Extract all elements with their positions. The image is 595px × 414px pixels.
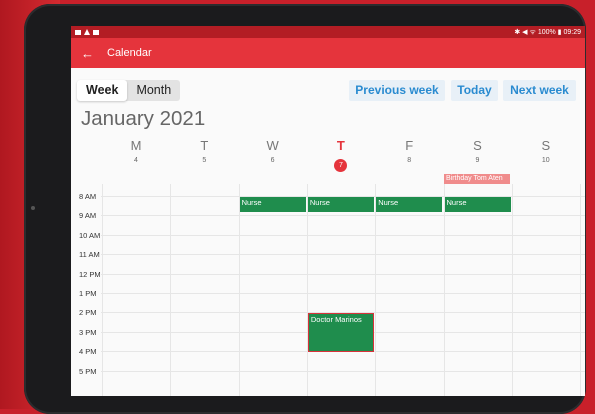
warning-notification-icon xyxy=(84,29,90,35)
day-divider xyxy=(443,184,445,396)
day-letter: M xyxy=(130,138,142,153)
calendar-event[interactable]: Nurse xyxy=(444,197,511,212)
day-letter: S xyxy=(541,138,551,153)
week-grid: 8 AM 9 AM 10 AM 11 AM 12 PM 1 PM 2 PM 3 PM 4 PM 5… xyxy=(71,184,585,396)
day-divider xyxy=(238,184,240,396)
allday-event[interactable]: Birthday Tom Aten xyxy=(444,174,510,184)
day-number: 5 xyxy=(202,157,207,164)
app-title: Calendar xyxy=(107,47,152,59)
day-letter: T xyxy=(200,138,209,153)
screen: ✱ ◀ ᯤ 100% ▮ 09:29 ← Calendar Week Month… xyxy=(71,26,585,396)
day-column-header[interactable]: S9 xyxy=(444,138,512,166)
day-column-header[interactable]: M4 xyxy=(102,138,170,166)
day-number: 6 xyxy=(270,157,275,164)
next-week-button[interactable]: Next week xyxy=(503,80,576,101)
day-divider xyxy=(375,184,377,396)
day-column-header[interactable]: W6 xyxy=(239,138,307,166)
hour-label: 12 PM xyxy=(79,269,101,279)
previous-week-button[interactable]: Previous week xyxy=(349,80,445,101)
hour-label: 5 PM xyxy=(79,366,97,376)
app-bar: ← Calendar xyxy=(71,38,585,68)
day-number: 9 xyxy=(475,157,480,164)
day-column-header[interactable]: S 10 xyxy=(512,138,580,166)
status-icons-left xyxy=(75,29,99,35)
today-button[interactable]: Today xyxy=(451,80,498,101)
hour-label: 11 AM xyxy=(79,250,100,260)
view-switch: Week Month xyxy=(77,80,181,101)
back-arrow-icon[interactable]: ← xyxy=(81,47,99,60)
image-notification-icon xyxy=(75,29,81,35)
hour-label: 2 PM xyxy=(79,308,97,318)
status-right: ✱ ◀ ᯤ 100% ▮ 09:29 xyxy=(514,28,581,36)
day-column-header[interactable]: F8 xyxy=(375,138,443,166)
day-divider xyxy=(170,184,172,396)
day-divider xyxy=(580,184,582,396)
day-number: 10 xyxy=(541,157,550,164)
hour-label: 1 PM xyxy=(79,289,97,298)
day-letter: S xyxy=(473,138,482,153)
status-bar: ✱ ◀ ᯤ 100% ▮ 09:29 xyxy=(71,26,585,38)
day-number: 4 xyxy=(134,157,138,164)
hour-label: 4 PM xyxy=(79,347,97,357)
day-number: 7 xyxy=(334,159,348,172)
day-letter: F xyxy=(405,138,414,153)
day-column-header[interactable]: T5 xyxy=(170,138,238,166)
hour-label: 3 PM xyxy=(79,327,97,337)
month-view-button[interactable]: Month xyxy=(127,80,180,101)
hour-label: 10 AM xyxy=(79,230,101,240)
calendar-event[interactable]: Nurse xyxy=(376,197,443,212)
day-letter: T xyxy=(336,138,345,153)
calendar-event[interactable]: Doctor Marinos xyxy=(307,313,375,353)
tablet-frame: ✱ ◀ ᯤ 100% ▮ 09:29 ← Calendar Week Month… xyxy=(24,4,586,414)
day-column-header[interactable]: T7 xyxy=(307,138,375,172)
day-letter: W xyxy=(266,138,279,153)
calendar-event[interactable]: Nurse xyxy=(307,197,375,212)
hour-label: 8 AM xyxy=(79,192,97,201)
camera-dot xyxy=(31,206,35,210)
month-title: January 2021 xyxy=(81,107,206,130)
week-view-button[interactable]: Week xyxy=(77,80,128,101)
day-number: 8 xyxy=(407,157,412,164)
bag-notification-icon xyxy=(93,29,99,35)
day-divider xyxy=(511,184,513,396)
calendar-toolbar: Week Month Previous week Today Next week xyxy=(71,80,585,102)
calendar-event[interactable]: Nurse xyxy=(239,197,306,212)
day-divider xyxy=(306,184,308,396)
day-divider xyxy=(102,184,103,396)
hour-label: 9 AM xyxy=(79,211,97,221)
